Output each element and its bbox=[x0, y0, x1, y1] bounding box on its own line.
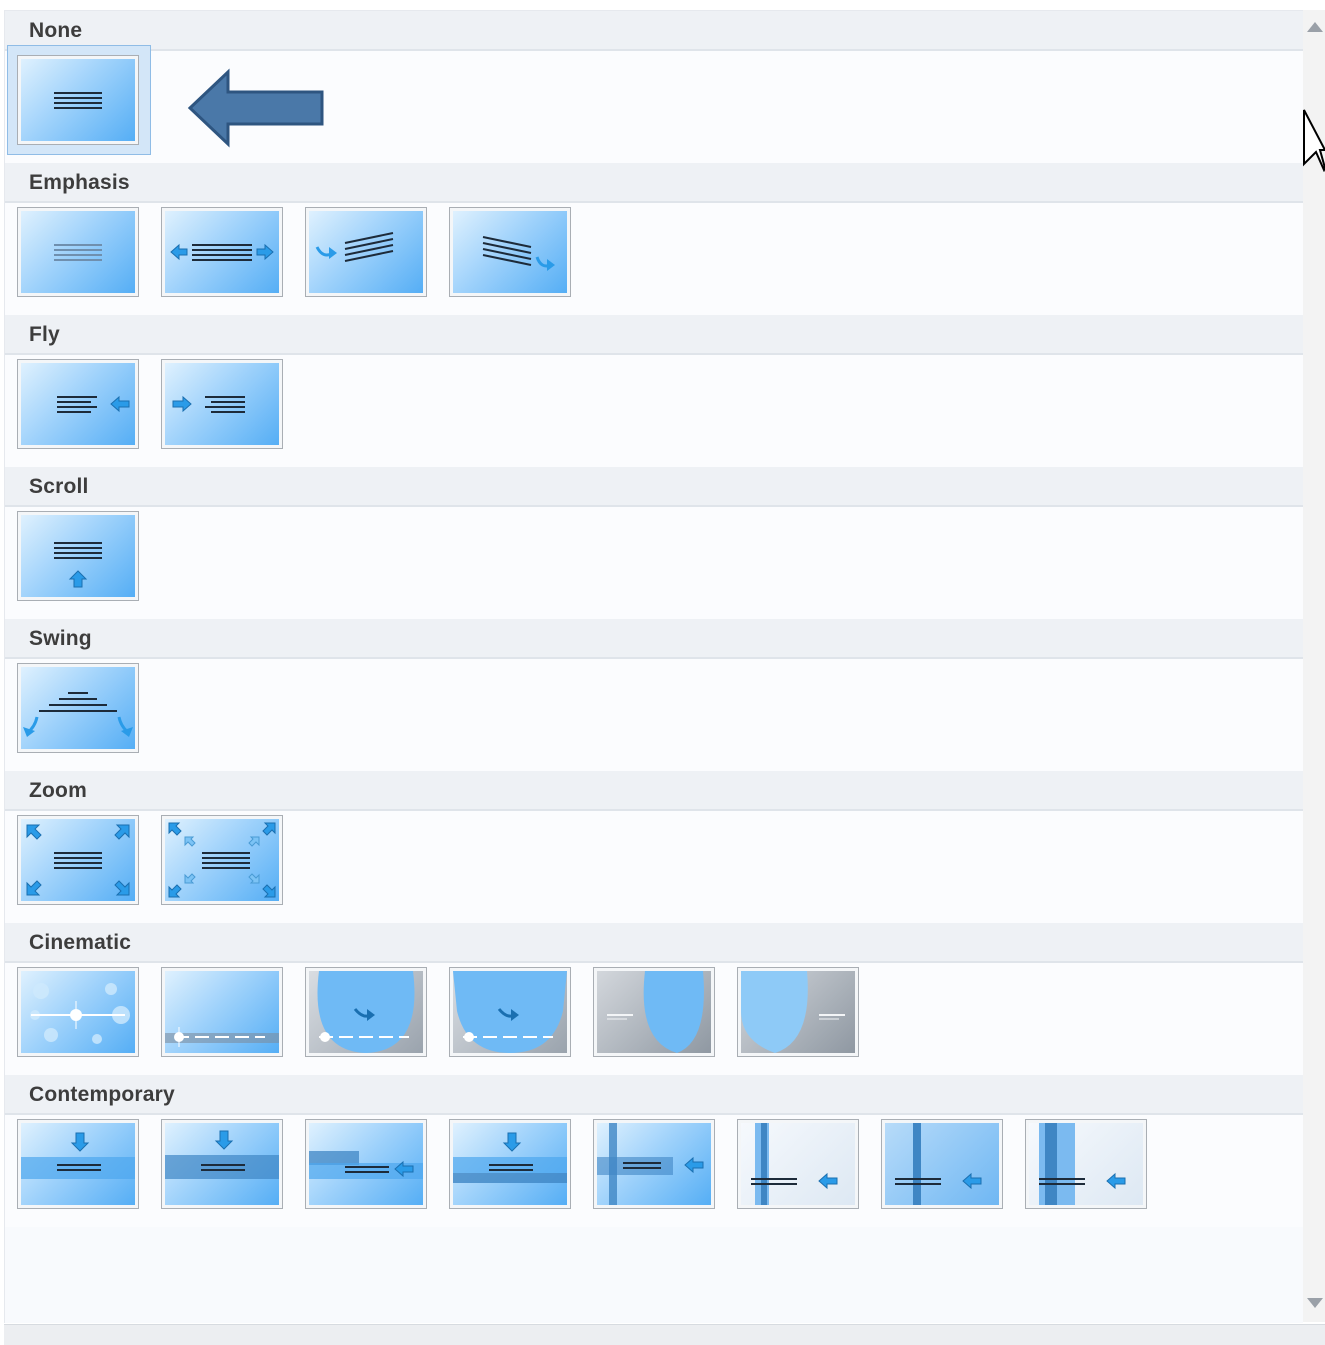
text-lines-icon bbox=[54, 244, 102, 261]
effect-tile-emphasis-4[interactable] bbox=[437, 203, 577, 299]
section-label: Zoom bbox=[29, 779, 87, 802]
section-header: Emphasis bbox=[5, 163, 1303, 203]
section-swing: Swing bbox=[5, 619, 1303, 771]
spotlight-icon bbox=[453, 971, 567, 1053]
effect-tile-cinematic-6[interactable] bbox=[725, 963, 865, 1059]
section-label: Emphasis bbox=[29, 171, 130, 194]
gallery-bottom-edge bbox=[4, 1324, 1325, 1345]
effect-tile-scroll-1[interactable] bbox=[5, 507, 145, 603]
expand-arrows-icon bbox=[170, 243, 274, 261]
section-header: None bbox=[5, 11, 1303, 51]
section-header: Scroll bbox=[5, 467, 1303, 507]
effect-tile-contemporary-2[interactable] bbox=[149, 1115, 289, 1211]
effect-tile-emphasis-2[interactable] bbox=[149, 203, 289, 299]
text-lines-icon bbox=[54, 92, 102, 109]
scroll-up-icon bbox=[54, 542, 102, 588]
effect-tile-zoom-2[interactable] bbox=[149, 811, 289, 907]
fly-in-left-icon bbox=[57, 395, 130, 413]
section-label: Swing bbox=[29, 627, 92, 650]
sparkle-icon bbox=[165, 1027, 279, 1047]
swing-icon bbox=[23, 692, 133, 737]
vertical-scrollbar[interactable] bbox=[1303, 10, 1325, 1322]
slide-in-icon bbox=[751, 1123, 838, 1205]
effect-tile-emphasis-1[interactable] bbox=[5, 203, 145, 299]
curtain-icon bbox=[741, 971, 845, 1053]
section-header: Contemporary bbox=[5, 1075, 1303, 1115]
section-zoom: Zoom bbox=[5, 771, 1303, 923]
effect-tile-cinematic-5[interactable] bbox=[581, 963, 721, 1059]
left-arrow-icon bbox=[187, 68, 324, 148]
effect-tile-contemporary-1[interactable] bbox=[5, 1115, 145, 1211]
text-effects-gallery: None Emphasis Fly Scroll Swing Zoom Cine… bbox=[4, 10, 1303, 1323]
effect-tile-none[interactable] bbox=[5, 45, 151, 155]
section-header: Fly bbox=[5, 315, 1303, 355]
effect-tile-fly-1[interactable] bbox=[5, 355, 145, 451]
drop-down-icon bbox=[453, 1132, 567, 1183]
tilt-text-icon bbox=[315, 232, 394, 262]
effect-tile-fly-2[interactable] bbox=[149, 355, 289, 451]
effect-tile-contemporary-7[interactable] bbox=[869, 1115, 1009, 1211]
zoom-icon bbox=[26, 824, 130, 896]
section-emphasis: Emphasis bbox=[5, 163, 1303, 315]
section-cinematic: Cinematic bbox=[5, 923, 1303, 1075]
slide-in-icon bbox=[597, 1123, 704, 1205]
spotlight-icon bbox=[317, 971, 415, 1053]
effect-tile-zoom-1[interactable] bbox=[5, 811, 145, 907]
section-header: Swing bbox=[5, 619, 1303, 659]
scroll-down-arrow-icon[interactable] bbox=[1307, 1298, 1323, 1308]
section-scroll: Scroll bbox=[5, 467, 1303, 619]
effect-tile-swing-1[interactable] bbox=[5, 659, 145, 755]
slide-in-icon bbox=[309, 1151, 423, 1179]
effect-tile-emphasis-3[interactable] bbox=[293, 203, 433, 299]
effect-tile-contemporary-5[interactable] bbox=[581, 1115, 721, 1211]
mouse-cursor-icon bbox=[1303, 109, 1325, 172]
drop-down-icon bbox=[165, 1130, 279, 1179]
section-contemporary: Contemporary bbox=[5, 1075, 1303, 1227]
tilt-text-icon bbox=[482, 236, 555, 271]
sparkle-icon bbox=[30, 983, 130, 1044]
section-label: Fly bbox=[29, 323, 60, 346]
section-label: Cinematic bbox=[29, 931, 132, 954]
effect-tile-contemporary-4[interactable] bbox=[437, 1115, 577, 1211]
effect-tile-contemporary-3[interactable] bbox=[293, 1115, 433, 1211]
section-label: None bbox=[29, 19, 83, 42]
effect-tile-cinematic-2[interactable] bbox=[149, 963, 289, 1059]
effect-tile-contemporary-8[interactable] bbox=[1013, 1115, 1153, 1211]
section-header: Cinematic bbox=[5, 923, 1303, 963]
curtain-icon bbox=[607, 971, 704, 1053]
zoom-icon bbox=[168, 822, 276, 898]
section-header: Zoom bbox=[5, 771, 1303, 811]
slide-in-icon bbox=[895, 1123, 982, 1205]
section-label: Scroll bbox=[29, 475, 89, 498]
slide-in-icon bbox=[1039, 1123, 1126, 1205]
section-fly: Fly bbox=[5, 315, 1303, 467]
fly-in-right-icon bbox=[172, 395, 245, 413]
effect-tile-cinematic-3[interactable] bbox=[293, 963, 433, 1059]
scroll-up-arrow-icon[interactable] bbox=[1307, 22, 1323, 32]
effect-tile-contemporary-6[interactable] bbox=[725, 1115, 865, 1211]
drop-down-icon bbox=[21, 1132, 135, 1179]
effect-tile-cinematic-1[interactable] bbox=[5, 963, 145, 1059]
effect-tile-cinematic-4[interactable] bbox=[437, 963, 577, 1059]
section-label: Contemporary bbox=[29, 1083, 175, 1106]
